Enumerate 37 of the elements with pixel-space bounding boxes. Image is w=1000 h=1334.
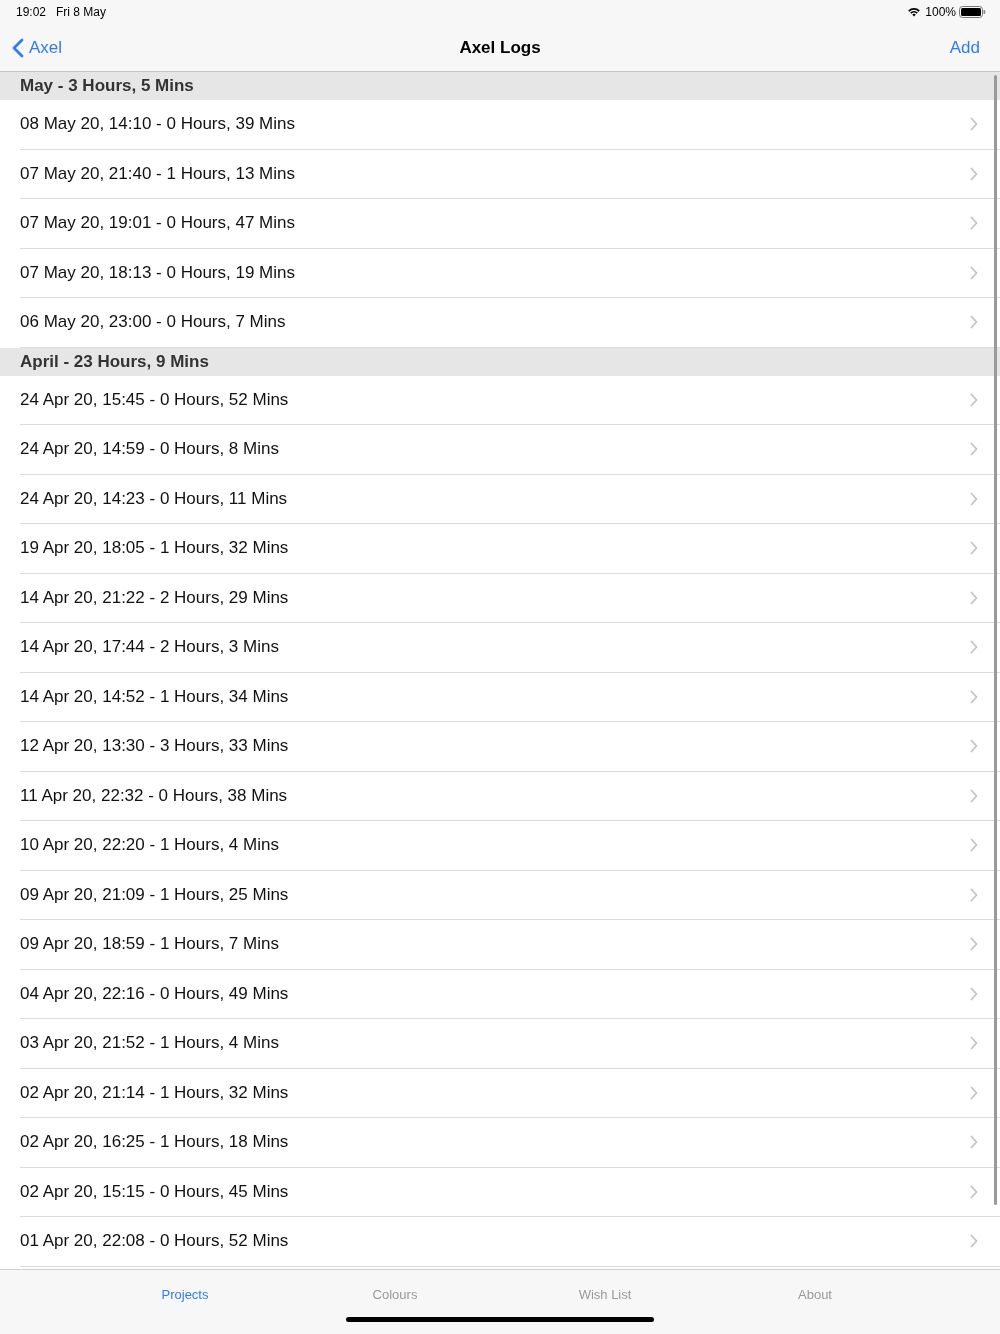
chevron-icon — [970, 937, 978, 952]
chevron-icon — [970, 315, 978, 330]
nav-title: Axel Logs — [459, 37, 541, 58]
chevron-icon — [970, 1085, 978, 1100]
chevron-icon — [970, 788, 978, 803]
battery-icon — [959, 6, 986, 18]
chevron-icon — [970, 216, 978, 231]
chevron-icon — [970, 986, 978, 1001]
chevron-icon — [970, 838, 978, 853]
log-row[interactable]: 01 Apr 20, 22:08 - 0 Hours, 52 Mins — [20, 1217, 1000, 1267]
chevron-icon — [970, 739, 978, 754]
back-chevron-icon — [12, 37, 24, 58]
chevron-icon — [970, 640, 978, 655]
log-row[interactable]: 02 Apr 20, 15:15 - 0 Hours, 45 Mins — [20, 1167, 1000, 1217]
chevron-icon — [970, 1135, 978, 1150]
section-header: May - 3 Hours, 5 Mins — [0, 72, 1000, 100]
chevron-icon — [970, 442, 978, 457]
battery-percentage: 100% — [925, 5, 956, 19]
add-button[interactable]: Add — [949, 37, 980, 58]
chevron-icon — [970, 265, 978, 280]
chevron-icon — [970, 887, 978, 902]
chevron-icon — [970, 590, 978, 605]
chevron-icon — [970, 1184, 978, 1199]
section-header: April - 23 Hours, 9 Mins — [0, 347, 1000, 376]
back-button[interactable]: Axel — [12, 37, 63, 58]
chevron-icon — [970, 541, 978, 556]
status-date: Fri 8 May — [56, 5, 107, 19]
chevron-icon — [970, 117, 978, 132]
wifi-icon — [907, 7, 922, 17]
chevron-icon — [970, 1234, 978, 1249]
chevron-icon — [970, 689, 978, 704]
status-time: 19:02 — [16, 5, 47, 19]
tab[interactable]: Projects — [80, 1287, 290, 1302]
chevron-icon — [970, 1036, 978, 1051]
chevron-icon — [970, 392, 978, 407]
chevron-icon — [970, 491, 978, 506]
chevron-icon — [970, 166, 978, 181]
